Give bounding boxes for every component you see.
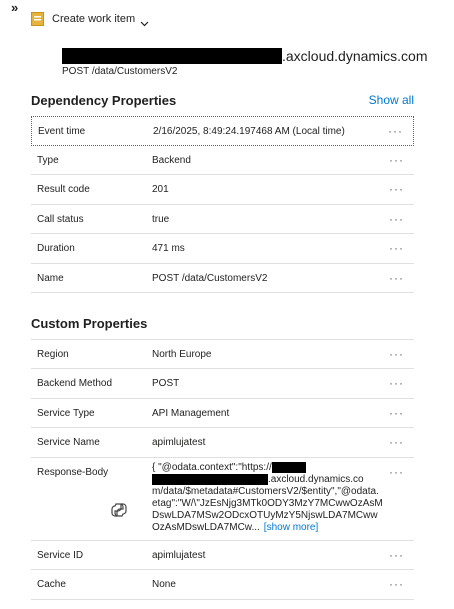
property-value: API Management bbox=[152, 408, 230, 419]
redacted-host bbox=[62, 47, 282, 64]
create-work-item-button[interactable]: Create work item bbox=[31, 11, 149, 27]
more-options-icon[interactable]: ··· bbox=[389, 347, 404, 361]
custom-properties-table: Region North Europe ··· Backend Method P… bbox=[31, 339, 414, 600]
table-row: Region North Europe ··· bbox=[31, 340, 414, 369]
property-key: Service ID bbox=[37, 550, 84, 561]
table-row: Backend Method POST ··· bbox=[31, 369, 414, 399]
property-value: None bbox=[152, 579, 176, 590]
redacted-host bbox=[271, 462, 306, 473]
dependency-properties-table: Event time 2/16/2025, 8:49:24.197468 AM … bbox=[31, 116, 414, 293]
copilot-icon[interactable] bbox=[111, 502, 127, 518]
chevron-down-icon bbox=[140, 15, 149, 26]
overflow-chevron[interactable]: » bbox=[11, 0, 18, 15]
more-options-icon[interactable]: ··· bbox=[389, 406, 404, 420]
response-line1: { "@odata.context":"https:// bbox=[152, 462, 272, 474]
property-value: Backend bbox=[152, 155, 191, 166]
host-suffix: .axcloud.dynamics.com bbox=[282, 47, 428, 64]
table-row: Service Name apimlujatest ··· bbox=[31, 428, 414, 458]
table-row: Name POST /data/CustomersV2 ··· bbox=[31, 264, 414, 293]
table-row: Service Type API Management ··· bbox=[31, 399, 414, 428]
property-value: apimlujatest bbox=[152, 437, 206, 448]
table-row: Cache None ··· bbox=[31, 570, 414, 600]
property-key: Service Type bbox=[37, 408, 95, 419]
table-row: Duration 471 ms ··· bbox=[31, 234, 414, 264]
table-row: Result code 201 ··· bbox=[31, 175, 414, 205]
redacted-host bbox=[152, 474, 268, 486]
table-row: Service ID apimlujatest ··· bbox=[31, 541, 414, 570]
custom-properties-title: Custom Properties bbox=[31, 316, 148, 331]
more-options-icon[interactable]: ··· bbox=[389, 577, 404, 591]
more-options-icon[interactable]: ··· bbox=[389, 241, 404, 255]
more-options-icon[interactable]: ··· bbox=[389, 465, 404, 479]
operation-subtitle: POST /data/CustomersV2 bbox=[62, 66, 178, 77]
property-key: Backend Method bbox=[37, 378, 113, 389]
property-value: 201 bbox=[152, 184, 169, 195]
more-options-icon[interactable]: ··· bbox=[389, 271, 404, 285]
more-options-icon[interactable]: ··· bbox=[389, 182, 404, 196]
more-options-icon[interactable]: ··· bbox=[389, 153, 404, 167]
property-value: 471 ms bbox=[152, 243, 185, 254]
property-value: POST bbox=[152, 378, 180, 389]
create-work-item-label: Create work item bbox=[52, 13, 136, 25]
property-key: Duration bbox=[37, 243, 75, 254]
more-options-icon[interactable]: ··· bbox=[389, 548, 404, 562]
property-key: Cache bbox=[37, 579, 66, 590]
property-key: Type bbox=[37, 155, 59, 166]
property-key: Region bbox=[37, 349, 69, 360]
property-key: Event time bbox=[38, 126, 86, 137]
more-options-icon[interactable]: ··· bbox=[389, 435, 404, 449]
property-key: Name bbox=[37, 273, 64, 284]
more-options-icon[interactable]: ··· bbox=[389, 212, 404, 226]
property-key: Response-Body bbox=[37, 467, 109, 478]
property-key: Result code bbox=[37, 184, 90, 195]
table-row: Type Backend ··· bbox=[31, 146, 414, 175]
property-value: true bbox=[152, 214, 170, 225]
property-value: 2/16/2025, 8:49:24.197468 AM (Local time… bbox=[153, 126, 345, 137]
show-more-link[interactable]: [show more] bbox=[264, 522, 318, 533]
table-row: Call status true ··· bbox=[31, 205, 414, 234]
show-all-link[interactable]: Show all bbox=[369, 93, 414, 107]
property-value: North Europe bbox=[152, 349, 212, 360]
table-row[interactable]: Event time 2/16/2025, 8:49:24.197468 AM … bbox=[31, 116, 414, 146]
host-title: .axcloud.dynamics.com bbox=[62, 47, 428, 64]
work-item-icon bbox=[31, 12, 44, 26]
more-options-icon[interactable]: ··· bbox=[388, 124, 403, 138]
property-value: POST /data/CustomersV2 bbox=[152, 273, 268, 284]
property-key: Call status bbox=[37, 214, 84, 225]
table-row-response-body: Response-Body { "@odata.context":"https:… bbox=[31, 458, 414, 541]
property-value: apimlujatest bbox=[152, 550, 206, 561]
property-key: Service Name bbox=[37, 437, 100, 448]
dependency-properties-title: Dependency Properties bbox=[31, 93, 177, 108]
response-body-value: { "@odata.context":"https:// .axcloud.dy… bbox=[152, 462, 384, 534]
more-options-icon[interactable]: ··· bbox=[389, 376, 404, 390]
response-line2-suffix: .axcloud.dynamics.co bbox=[268, 474, 364, 486]
